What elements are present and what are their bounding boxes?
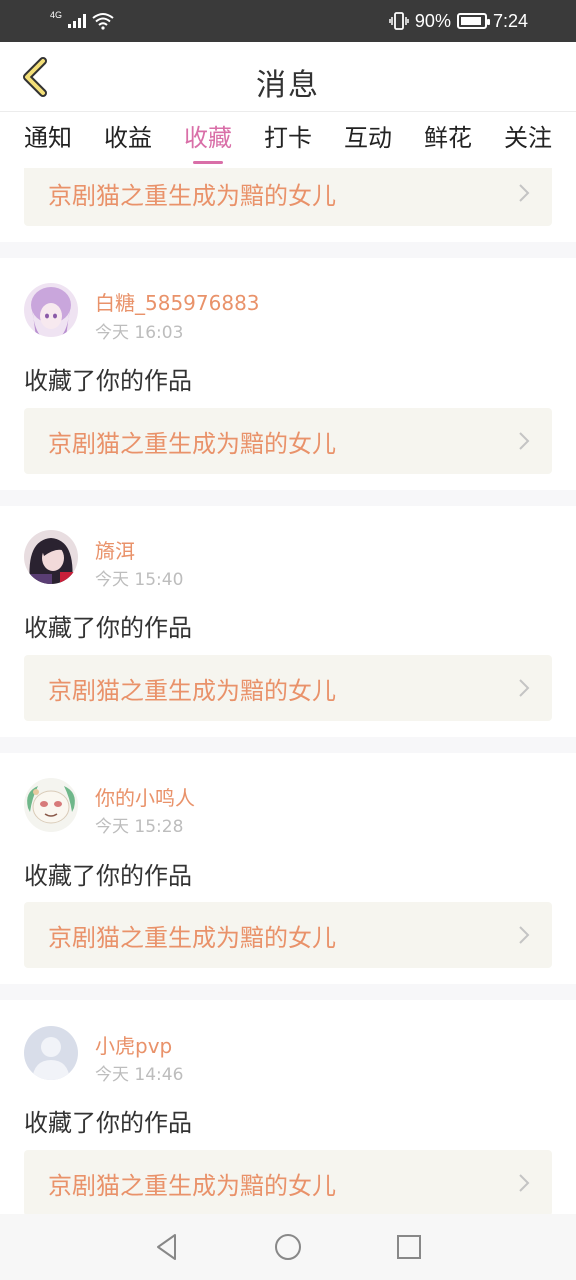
list-divider	[0, 242, 576, 258]
user-name[interactable]: 你的小鸣人	[95, 782, 195, 811]
chevron-right-icon	[519, 926, 530, 944]
favorites-list[interactable]: 京剧猫之重生成为黯的女儿 白糖_585976883 今天 16:03 收藏了你的…	[0, 168, 576, 1214]
system-nav-bar	[0, 1214, 576, 1280]
list-divider	[0, 737, 576, 753]
timestamp: 今天 16:03	[95, 323, 184, 343]
chevron-right-icon	[519, 679, 530, 697]
network-type: 4G	[50, 10, 63, 20]
list-divider	[0, 490, 576, 506]
avatar[interactable]	[24, 283, 78, 337]
action-text: 收藏了你的作品	[24, 1109, 192, 1137]
work-title: 京剧猫之重生成为黯的女儿	[48, 429, 336, 458]
vibrate-icon	[389, 12, 409, 30]
timestamp: 今天 15:28	[95, 817, 184, 837]
tab-favorites[interactable]: 收藏	[184, 112, 232, 168]
tab-bar: 通知 收益 收藏 打卡 互动 鲜花 关注	[0, 112, 576, 168]
battery-icon	[456, 13, 490, 29]
user-name[interactable]: 白糖_585976883	[95, 287, 260, 316]
battery-fill	[460, 17, 481, 25]
work-title: 京剧猫之重生成为黯的女儿	[48, 1171, 336, 1200]
tab-notice[interactable]: 通知	[24, 112, 72, 168]
signal-icon	[68, 14, 87, 28]
battery-percent: 90%	[414, 10, 451, 31]
home-circle-icon[interactable]	[273, 1232, 303, 1262]
chevron-right-icon	[519, 1174, 530, 1192]
user-name[interactable]: 小虎pvp	[95, 1030, 172, 1059]
tab-checkin[interactable]: 打卡	[264, 112, 312, 168]
work-link-card[interactable]: 京剧猫之重生成为黯的女儿	[24, 655, 552, 721]
avatar[interactable]	[24, 778, 78, 832]
work-title: 京剧猫之重生成为黯的女儿	[48, 676, 336, 705]
timestamp: 今天 15:40	[95, 570, 184, 590]
signal-area: 4G	[50, 8, 114, 34]
work-title: 京剧猫之重生成为黯的女儿	[48, 923, 336, 952]
action-text: 收藏了你的作品	[24, 614, 192, 642]
work-link-card[interactable]: 京剧猫之重生成为黯的女儿	[24, 902, 552, 968]
work-title: 京剧猫之重生成为黯的女儿	[48, 181, 336, 210]
page-title: 消息	[256, 68, 320, 103]
tab-earnings[interactable]: 收益	[104, 112, 152, 168]
avatar[interactable]	[24, 530, 78, 584]
avatar[interactable]	[24, 1026, 78, 1080]
work-link-card[interactable]: 京剧猫之重生成为黯的女儿	[24, 1150, 552, 1214]
recents-square-icon[interactable]	[395, 1233, 423, 1261]
app-header: 消息	[0, 42, 576, 112]
back-triangle-icon[interactable]	[153, 1232, 181, 1262]
clock: 7:24	[492, 10, 528, 31]
timestamp: 今天 14:46	[95, 1065, 184, 1085]
chevron-right-icon	[519, 184, 530, 202]
chevron-right-icon	[519, 432, 530, 450]
status-bar: 4G 90% 7:24	[0, 0, 576, 42]
tab-follow[interactable]: 关注	[504, 112, 552, 168]
list-divider	[0, 984, 576, 1000]
tab-flowers[interactable]: 鲜花	[424, 112, 472, 168]
action-text: 收藏了你的作品	[24, 862, 192, 890]
user-name[interactable]: 旖洱	[95, 535, 135, 564]
tab-interaction[interactable]: 互动	[344, 112, 392, 168]
status-right: 90% 7:24	[389, 8, 528, 34]
work-link-card[interactable]: 京剧猫之重生成为黯的女儿	[24, 408, 552, 474]
wifi-icon	[92, 13, 114, 30]
action-text: 收藏了你的作品	[24, 367, 192, 395]
work-link-card[interactable]: 京剧猫之重生成为黯的女儿	[24, 168, 552, 226]
